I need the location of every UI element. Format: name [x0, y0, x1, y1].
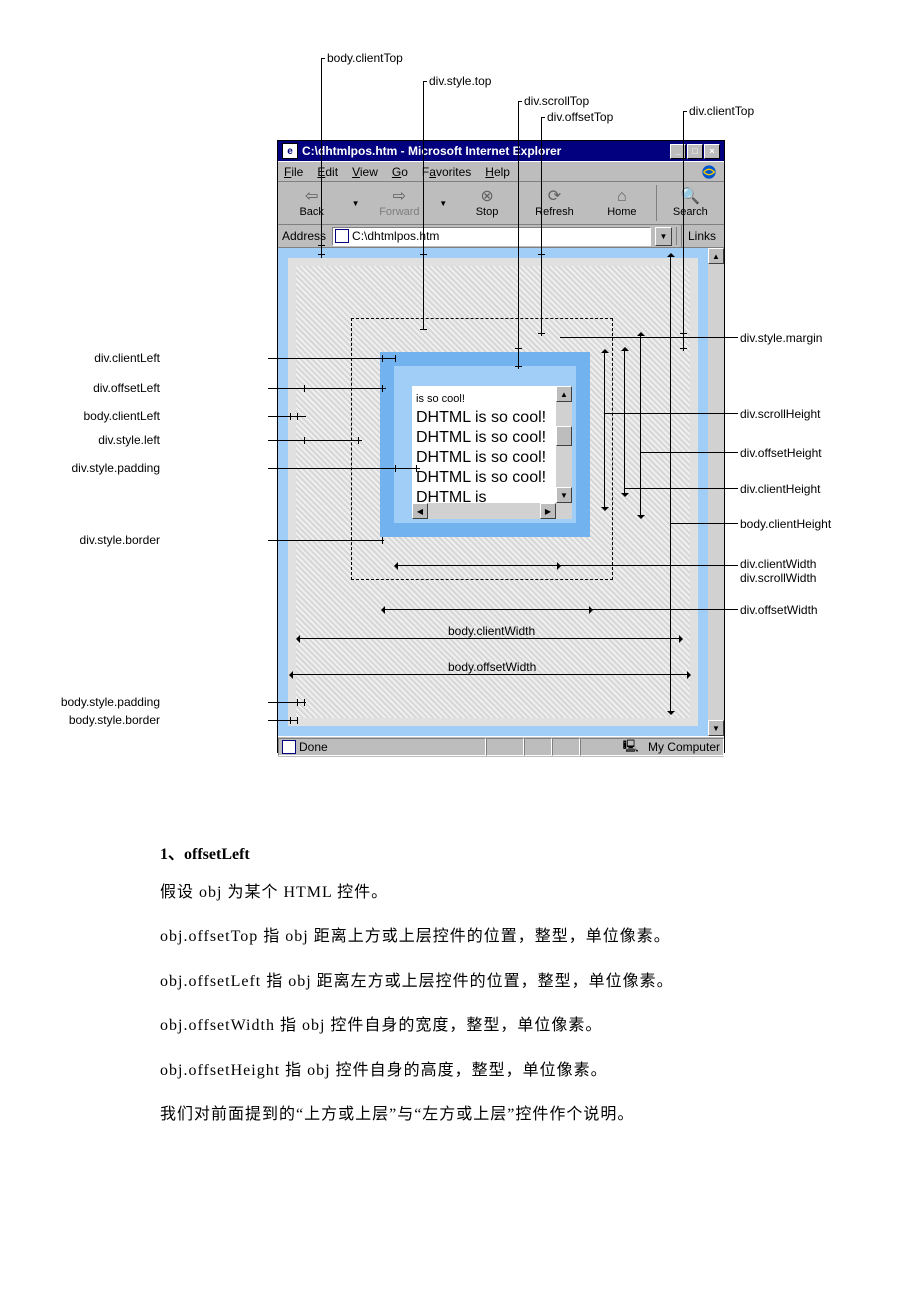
label-div-scrollWidth: div.scrollWidth — [740, 571, 816, 585]
label-body-clientTop: body.clientTop — [327, 51, 403, 65]
label-div-offsetLeft: div.offsetLeft — [93, 381, 160, 395]
address-input[interactable]: C:\dhtmlpos.htm — [332, 227, 651, 246]
content-text: is so cool!DHTML is so cool! DHTML is so… — [412, 386, 572, 507]
status-text: Done — [299, 740, 328, 754]
label-div-style-left: div.style.left — [98, 433, 160, 447]
search-button[interactable]: 🔍Search — [657, 189, 724, 218]
scroll-up-icon[interactable]: ▲ — [556, 386, 572, 402]
div-content: is so cool!DHTML is so cool! DHTML is so… — [412, 386, 572, 519]
address-dropdown[interactable]: ▼ — [655, 227, 672, 246]
address-bar: Address C:\dhtmlpos.htm ▼ Links — [278, 224, 724, 247]
body-padding-region: is so cool!DHTML is so cool! DHTML is so… — [296, 266, 690, 718]
menu-favorites[interactable]: Favorites — [422, 165, 471, 179]
label-div-clientLeft: div.clientLeft — [94, 351, 160, 365]
label-div-scrollTop: div.scrollTop — [524, 94, 589, 108]
links-label[interactable]: Links — [681, 225, 722, 247]
scroll-left-icon[interactable]: ◀ — [412, 503, 428, 519]
viewport-vertical-scrollbar[interactable]: ▲ ▼ — [708, 248, 724, 736]
scroll-up-icon[interactable]: ▲ — [708, 248, 724, 264]
stop-button[interactable]: ⊗Stop — [453, 189, 520, 218]
inner-horizontal-scrollbar[interactable]: ◀ ▶ — [412, 503, 572, 519]
paragraph: obj.offsetTop 指 obj 距离上方或上层控件的位置，整型，单位像素… — [160, 926, 760, 948]
menu-go[interactable]: Go — [392, 165, 408, 179]
scroll-right-icon[interactable]: ▶ — [540, 503, 556, 519]
window-titlebar: e C:\dhtmlpos.htm - Microsoft Internet E… — [278, 141, 724, 161]
ie-logo-icon — [700, 163, 718, 181]
scroll-down-icon[interactable]: ▼ — [556, 487, 572, 503]
label-div-style-top: div.style.top — [429, 74, 491, 88]
back-button[interactable]: ⇦Back — [278, 189, 345, 218]
scroll-down-icon[interactable]: ▼ — [708, 720, 724, 736]
menu-help[interactable]: Help — [485, 165, 510, 179]
label-div-style-padding: div.style.padding — [72, 461, 161, 475]
section-heading: 1、offsetLeft — [160, 840, 760, 864]
scroll-thumb[interactable] — [556, 426, 572, 446]
window-title: C:\dhtmlpos.htm - Microsoft Internet Exp… — [302, 144, 670, 158]
label-div-scrollHeight: div.scrollHeight — [740, 407, 820, 421]
paragraph: obj.offsetWidth 指 obj 控件自身的宽度，整型，单位像素。 — [160, 1015, 760, 1037]
zone-label: My Computer — [648, 740, 720, 754]
explorer-icon: e — [282, 143, 298, 159]
home-button[interactable]: ⌂Home — [588, 189, 655, 218]
label-body-clientLeft: body.clientLeft — [84, 409, 161, 423]
label-body-clientHeight: body.clientHeight — [740, 517, 831, 531]
paragraph: 假设 obj 为某个 HTML 控件。 — [160, 882, 760, 904]
computer-icon: 🖳 — [623, 737, 639, 758]
label-body-clientWidth: body.clientWidth — [448, 624, 535, 638]
doc-icon — [282, 740, 296, 754]
label-div-clientWidth: div.clientWidth — [740, 557, 816, 571]
div-border-region: is so cool!DHTML is so cool! DHTML is so… — [380, 352, 590, 537]
dhtml-positioning-diagram: e C:\dhtmlpos.htm - Microsoft Internet E… — [100, 40, 820, 800]
label-div-clientHeight: div.clientHeight — [740, 482, 820, 496]
menu-bar: File Edit View Go Favorites Help — [278, 161, 724, 181]
label-body-style-border: body.style.border — [69, 713, 160, 727]
menu-view[interactable]: View — [352, 165, 378, 179]
label-div-offsetHeight: div.offsetHeight — [740, 446, 822, 460]
label-div-offsetTop: div.offsetTop — [547, 110, 613, 124]
menu-file[interactable]: File — [284, 165, 303, 179]
paragraph: obj.offsetLeft 指 obj 距离左方或上层控件的位置，整型，单位像… — [160, 971, 760, 993]
close-button[interactable]: × — [704, 144, 720, 159]
toolbar: ⇦Back ▼ ⇨Forward ▼ ⊗Stop ⟳Refresh ⌂Home … — [278, 181, 724, 224]
label-div-style-border: div.style.border — [80, 533, 160, 547]
refresh-button[interactable]: ⟳Refresh — [521, 189, 588, 218]
div-padding-region: is so cool!DHTML is so cool! DHTML is so… — [394, 366, 576, 523]
label-div-offsetWidth: div.offsetWidth — [740, 603, 818, 617]
inner-vertical-scrollbar[interactable]: ▲ ▼ — [556, 386, 572, 503]
label-body-offsetWidth: body.offsetWidth — [448, 660, 536, 674]
label-body-style-padding: body.style.padding — [61, 695, 160, 709]
status-bar: Done 🖳 My Computer — [278, 736, 724, 757]
doc-icon — [335, 229, 349, 243]
label-div-style-margin: div.style.margin — [740, 331, 822, 345]
paragraph: 我们对前面提到的“上方或上层”与“左方或上层”控件作个说明。 — [160, 1104, 760, 1126]
maximize-button[interactable]: □ — [687, 144, 703, 159]
paragraph: obj.offsetHeight 指 obj 控件自身的高度，整型，单位像素。 — [160, 1060, 760, 1082]
label-div-clientTop: div.clientTop — [689, 104, 754, 118]
